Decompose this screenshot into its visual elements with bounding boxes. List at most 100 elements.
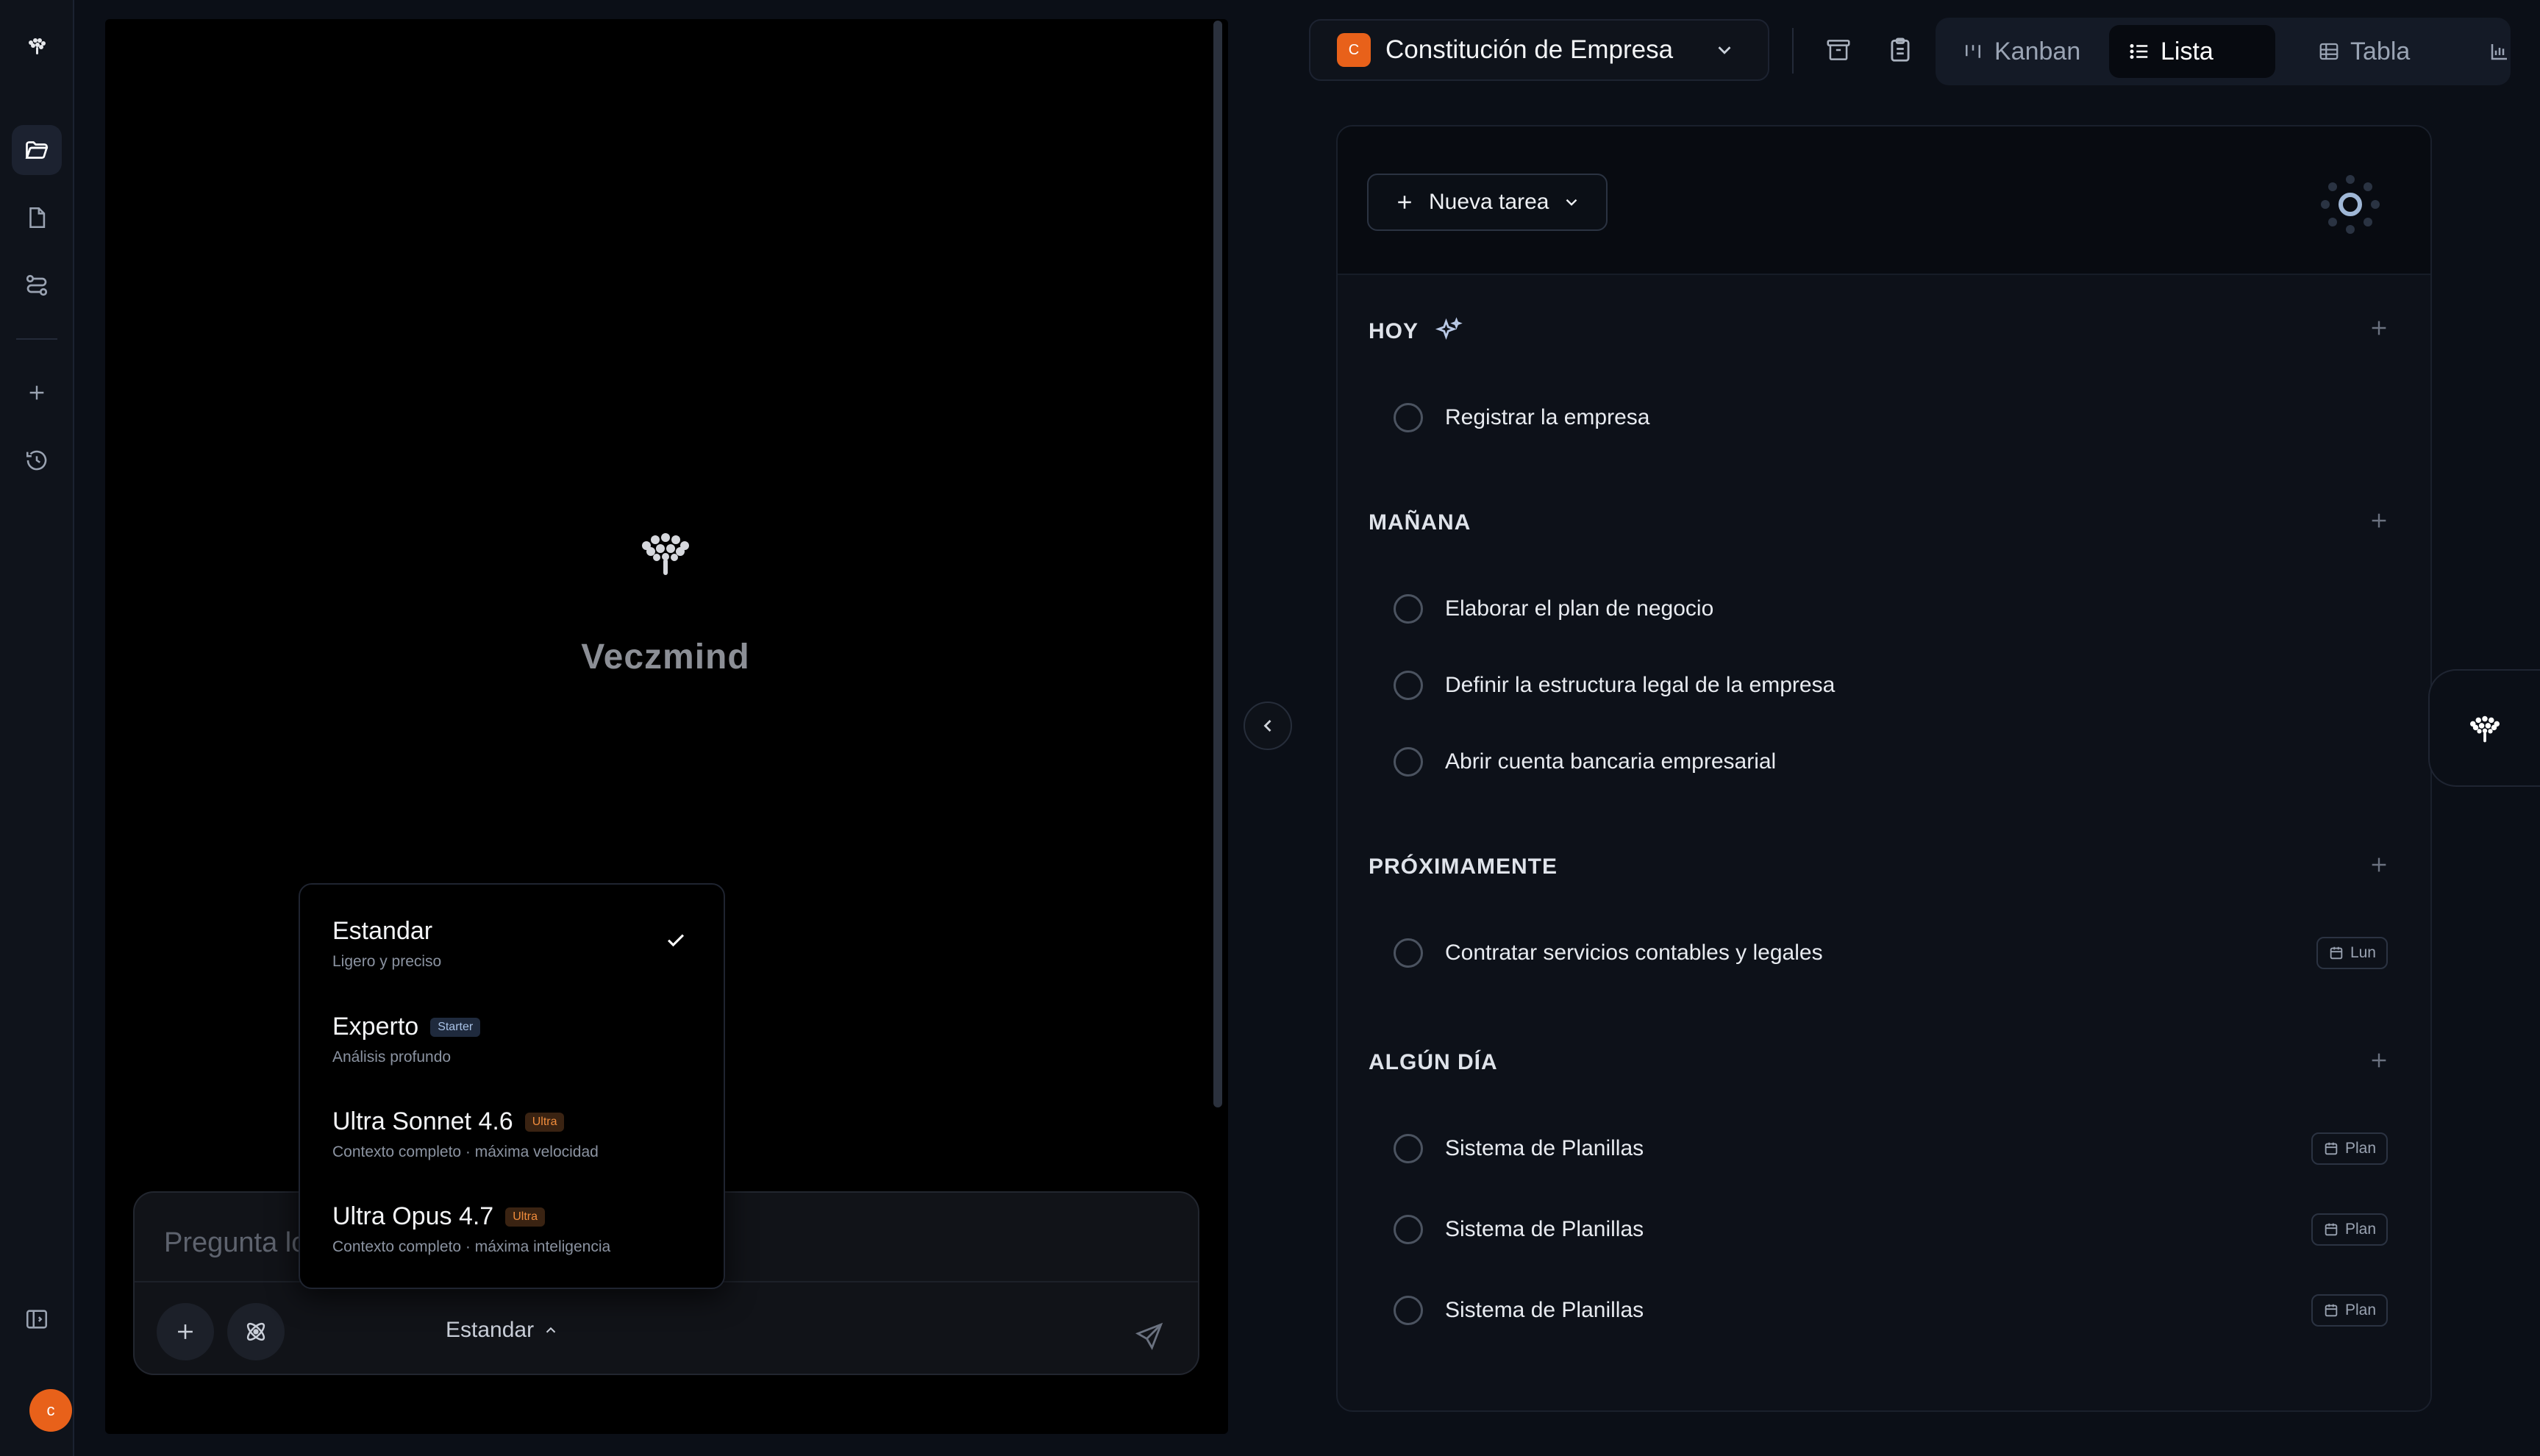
task-checkbox[interactable] (1394, 671, 1423, 700)
task-checkbox[interactable] (1394, 594, 1423, 624)
clipboard-button[interactable] (1880, 29, 1921, 71)
section-hoy-title: HOY (1369, 316, 1464, 347)
projects-button[interactable] (12, 125, 62, 175)
tab-label: Kanban (1994, 37, 2081, 65)
task-title: Registrar la empresa (1445, 405, 1650, 429)
section-add-button[interactable] (2364, 850, 2394, 879)
task-row[interactable]: Elaborar el plan de negocio (1394, 587, 2394, 631)
rail-divider (16, 338, 57, 340)
sparkle-icon (1433, 316, 1464, 347)
documents-button[interactable] (12, 193, 62, 243)
chevron-up-icon (543, 1322, 559, 1338)
due-date-label: Lun (2350, 944, 2376, 961)
new-task-button[interactable]: Nueva tarea (1367, 174, 1608, 231)
due-date-label: Plan (2344, 1140, 2376, 1157)
chat-scrollbar[interactable] (1213, 21, 1222, 1107)
task-title: Definir la estructura legal de la empres… (1445, 673, 1836, 697)
model-option-title: Estandar (332, 917, 433, 945)
task-title: Abrir cuenta bancaria empresarial (1445, 749, 1777, 774)
app-logo-icon[interactable] (25, 34, 49, 57)
send-button[interactable] (1127, 1314, 1171, 1358)
model-option-experto[interactable]: Experto Starter Análisis profundo (332, 1013, 700, 1066)
plan-badge: Starter (430, 1017, 481, 1037)
task-checkbox[interactable] (1394, 1134, 1423, 1163)
model-dropdown: Estandar Ligero y preciso Experto Starte… (299, 883, 725, 1289)
plan-badge: Ultra (524, 1112, 565, 1132)
attach-button[interactable] (157, 1303, 214, 1360)
tools-button[interactable] (227, 1303, 285, 1360)
due-date-tag[interactable]: Plan (2311, 1294, 2388, 1327)
task-row[interactable]: Sistema de Planillas Plan (1394, 1207, 2394, 1252)
model-option-ultra-sonnet[interactable]: Ultra Sonnet 4.6 Ultra Contexto completo… (332, 1107, 700, 1161)
task-title: Sistema de Planillas (1445, 1136, 1644, 1160)
task-checkbox[interactable] (1394, 938, 1423, 968)
due-date-tag[interactable]: Plan (2311, 1132, 2388, 1165)
chevron-down-icon (1562, 193, 1581, 212)
archive-icon (1824, 36, 1852, 64)
document-icon (24, 205, 49, 230)
sidebar-toggle-button[interactable] (12, 1294, 62, 1344)
model-option-ultra-opus[interactable]: Ultra Opus 4.7 Ultra Contexto completo ·… (332, 1202, 700, 1256)
model-selector-label: Estandar (446, 1318, 535, 1342)
new-chat-button[interactable] (12, 368, 62, 418)
assistant-launcher-button[interactable] (2428, 669, 2540, 787)
tab-charts[interactable] (2469, 25, 2511, 78)
section-add-button[interactable] (2364, 506, 2394, 535)
task-title: Sistema de Planillas (1445, 1298, 1644, 1322)
due-date-label: Plan (2344, 1221, 2376, 1238)
tab-tabla[interactable]: Tabla (2299, 25, 2429, 78)
section-algun-dia-title: ALGÚN DÍA (1369, 1050, 1498, 1075)
sidebar-toggle-icon (24, 1307, 49, 1332)
plus-icon (2367, 853, 2391, 877)
folder-icon (24, 137, 50, 163)
model-option-estandar[interactable]: Estandar Ligero y preciso (332, 917, 700, 971)
project-name: Constitución de Empresa (1385, 35, 1674, 64)
task-row[interactable]: Definir la estructura legal de la empres… (1394, 663, 2394, 707)
plus-icon (25, 381, 49, 404)
due-date-tag[interactable]: Plan (2311, 1213, 2388, 1246)
history-button[interactable] (12, 435, 62, 485)
plan-badge: Ultra (505, 1207, 545, 1227)
task-row[interactable]: Sistema de Planillas Plan (1394, 1127, 2394, 1171)
task-row[interactable]: Abrir cuenta bancaria empresarial (1394, 740, 2394, 784)
chevron-down-icon (1713, 39, 1735, 61)
list-icon (2128, 40, 2150, 63)
plus-icon (173, 1319, 198, 1344)
task-checkbox[interactable] (1394, 403, 1423, 432)
section-add-button[interactable] (2364, 313, 2394, 343)
section-add-button[interactable] (2364, 1046, 2394, 1075)
task-row[interactable]: Registrar la empresa (1394, 396, 2394, 440)
workflows-button[interactable] (12, 260, 62, 310)
chevron-left-icon (1257, 715, 1278, 736)
model-option-title: Experto (332, 1013, 419, 1041)
task-checkbox[interactable] (1394, 1215, 1423, 1244)
tab-kanban[interactable]: Kanban (1943, 25, 2100, 78)
task-checkbox[interactable] (1394, 1296, 1423, 1325)
plus-icon (2367, 1049, 2391, 1072)
task-row[interactable]: Contratar servicios contables y legales … (1394, 931, 2394, 975)
archive-button[interactable] (1818, 29, 1859, 71)
workflow-icon (24, 272, 50, 299)
model-option-title: Ultra Sonnet 4.6 (332, 1107, 513, 1135)
tab-lista[interactable]: Lista (2109, 25, 2275, 78)
task-title: Elaborar el plan de negocio (1445, 596, 1714, 621)
task-checkbox[interactable] (1394, 747, 1423, 777)
task-row[interactable]: Sistema de Planillas Plan (1394, 1288, 2394, 1332)
calendar-icon (2323, 1221, 2339, 1238)
section-title-label: HOY (1369, 319, 1419, 343)
history-icon (24, 448, 49, 473)
brand-name: Veczmind (581, 638, 750, 677)
section-proximamente-title: PRÓXIMAMENTE (1369, 854, 1558, 879)
collapse-panel-button[interactable] (1244, 702, 1292, 750)
calendar-icon (2323, 1302, 2339, 1318)
user-avatar[interactable]: c (29, 1389, 72, 1432)
model-option-subtitle: Contexto completo · máxima inteligencia (332, 1238, 611, 1255)
due-date-tag[interactable]: Lun (2316, 937, 2388, 969)
section-title-label: MAÑANA (1369, 510, 1471, 535)
model-option-subtitle: Ligero y preciso (332, 953, 442, 970)
tab-label: Lista (2161, 37, 2213, 65)
table-icon (2318, 40, 2340, 63)
project-selector[interactable]: C Constitución de Empresa (1309, 19, 1769, 81)
model-selector[interactable]: Estandar (446, 1313, 559, 1348)
new-task-label: Nueva tarea (1429, 190, 1549, 214)
